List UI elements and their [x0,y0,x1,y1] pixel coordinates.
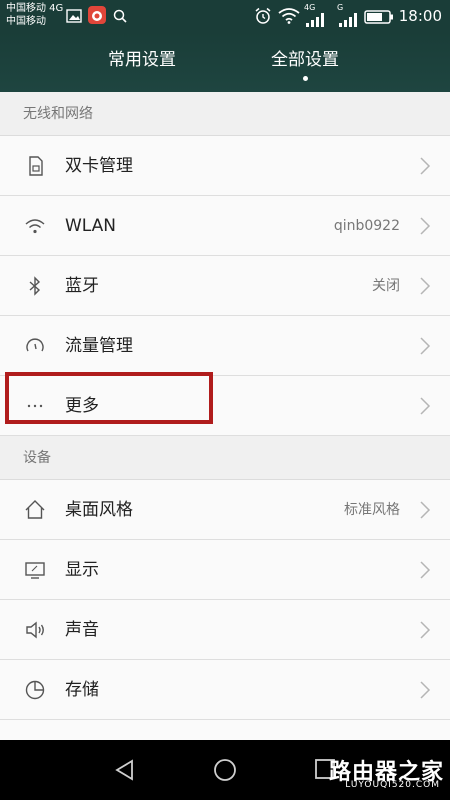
data-usage-icon [23,334,47,358]
row-value: qinb0922 [333,218,400,234]
settings-row-dual-sim[interactable]: 双卡管理 [0,136,450,196]
chevron-right-icon [418,681,432,699]
display-icon [23,558,47,582]
status-bar: 中国移动 4G 中国移动 4G G 18:00 [0,0,450,32]
battery-status-icon [364,9,394,28]
settings-row-battery[interactable]: 电池 [0,720,450,740]
sound-icon [23,618,47,642]
chevron-right-icon [418,217,432,235]
section-header-wireless: 无线和网络 [0,92,450,136]
active-tab-indicator [303,76,308,81]
row-value: 标准风格 [344,502,400,518]
settings-row-home-style[interactable]: 桌面风格 标准风格 [0,480,450,540]
row-label: 蓝牙 [65,276,99,296]
carrier-info: 中国移动 4G 中国移动 [6,2,63,28]
app-notification-icon [88,6,106,28]
back-button-icon[interactable] [114,758,136,786]
chevron-right-icon [418,621,432,639]
row-label: WLAN [65,216,117,236]
settings-screen: 中国移动 4G 中国移动 4G G 18:00 常用设置 全部设置 无线和网络 … [0,0,450,800]
watermark-url: LUYOUQI520.COM [345,780,440,790]
settings-row-display[interactable]: 显示 [0,540,450,600]
settings-row-more[interactable]: 更多 [0,376,450,436]
row-label: 桌面风格 [65,500,133,520]
network-badge-1: 4G [304,3,316,12]
signal-icon-1 [305,12,325,31]
tab-common-settings[interactable]: 常用设置 [108,48,176,72]
chevron-right-icon [418,157,432,175]
row-label: 更多 [65,396,99,416]
alarm-icon [254,7,272,29]
settings-list[interactable]: 无线和网络 双卡管理 WLAN qinb0922 蓝牙 关闭 流量管理 更多 设… [0,92,450,740]
settings-row-data-usage[interactable]: 流量管理 [0,316,450,376]
wifi-icon [23,214,47,238]
more-dots-icon [23,394,47,418]
chevron-right-icon [418,501,432,519]
wifi-status-icon [278,8,300,28]
home-button-icon[interactable] [213,758,237,786]
row-label: 存储 [65,680,99,700]
signal-icon-2 [338,12,358,31]
bluetooth-icon [23,274,47,298]
row-label: 声音 [65,620,99,640]
chevron-right-icon [418,561,432,579]
chevron-right-icon [418,337,432,355]
row-label: 双卡管理 [65,156,133,176]
settings-row-bluetooth[interactable]: 蓝牙 关闭 [0,256,450,316]
home-icon [23,498,47,522]
status-clock: 18:00 [398,7,442,25]
row-label: 流量管理 [65,336,133,356]
settings-row-storage[interactable]: 存储 [0,660,450,720]
tab-all-settings[interactable]: 全部设置 [271,48,339,72]
row-label: 显示 [65,560,99,580]
chevron-right-icon [418,277,432,295]
section-header-device: 设备 [0,436,450,480]
sim-card-icon [23,154,47,178]
search-notification-icon [113,8,127,27]
settings-row-wlan[interactable]: WLAN qinb0922 [0,196,450,256]
row-value: 关闭 [372,278,400,294]
settings-row-sound[interactable]: 声音 [0,600,450,660]
settings-tab-bar: 常用设置 全部设置 [0,32,450,92]
gallery-notification-icon [66,8,82,27]
chevron-right-icon [418,397,432,415]
network-badge-2: G [337,3,344,12]
storage-icon [23,678,47,702]
carrier-line-2: 中国移动 [6,16,46,27]
carrier-line-1: 中国移动 4G [6,3,64,14]
